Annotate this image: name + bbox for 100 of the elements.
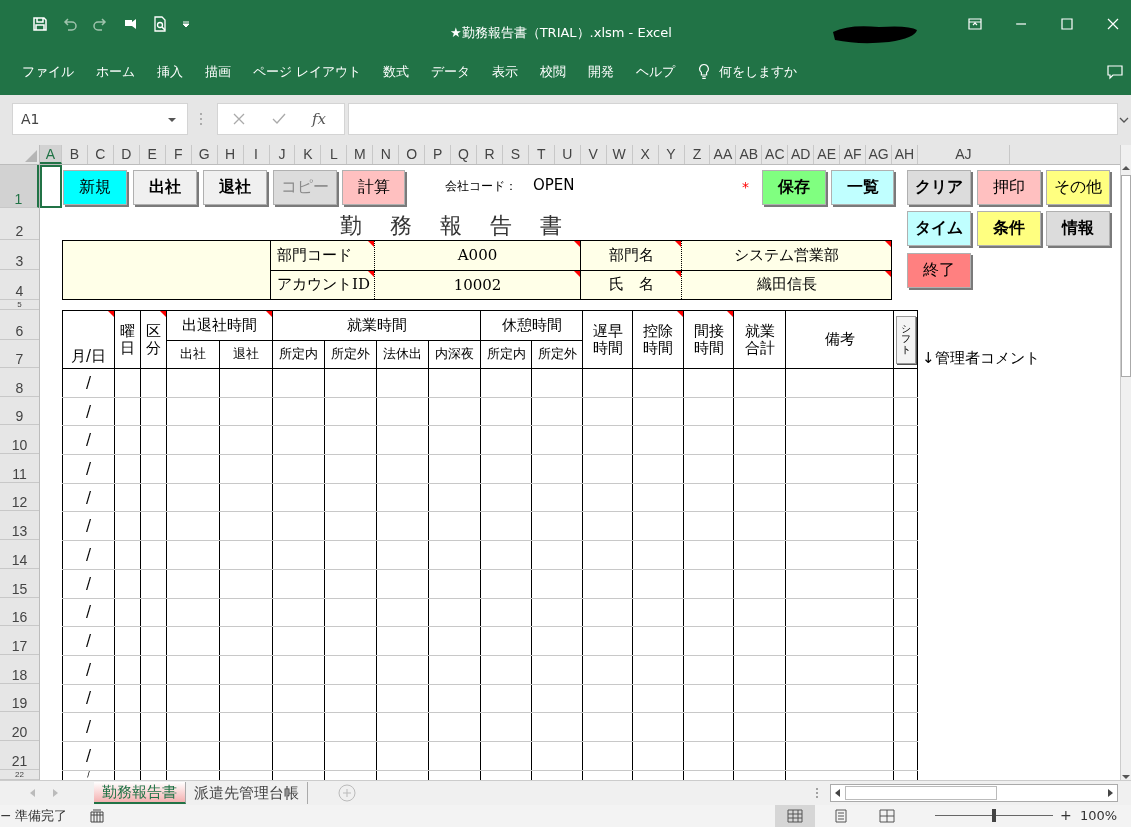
row-header[interactable]: 19 bbox=[11, 695, 28, 712]
sheet-button[interactable]: 終了 bbox=[907, 253, 971, 288]
column-header[interactable]: AF bbox=[840, 145, 867, 164]
column-header[interactable]: AG bbox=[866, 145, 892, 164]
column-header[interactable]: N bbox=[373, 145, 400, 164]
row-header[interactable]: 16 bbox=[11, 609, 28, 626]
ribbon-display-icon[interactable] bbox=[967, 16, 983, 32]
name-box[interactable]: A1 bbox=[12, 103, 188, 135]
sheet-button[interactable]: 保存 bbox=[762, 170, 826, 205]
ribbon-tab[interactable]: ヘルプ bbox=[636, 62, 676, 81]
active-cell[interactable] bbox=[40, 165, 62, 208]
sheet-button[interactable]: 計算 bbox=[342, 170, 405, 205]
column-header[interactable]: AD bbox=[788, 145, 815, 164]
sheet-button[interactable]: クリア bbox=[907, 170, 971, 205]
sheet-button[interactable]: タイム bbox=[907, 211, 971, 246]
column-header[interactable]: I bbox=[243, 145, 270, 164]
sheet-button[interactable]: 押印 bbox=[977, 170, 1041, 205]
column-header[interactable]: U bbox=[554, 145, 581, 164]
row-header[interactable]: 20 bbox=[11, 723, 28, 740]
sheet-button[interactable]: 退社 bbox=[203, 170, 267, 205]
column-header[interactable]: AB bbox=[736, 145, 763, 164]
scroll-up-icon[interactable] bbox=[1122, 165, 1130, 171]
column-header[interactable]: J bbox=[269, 145, 296, 164]
column-header[interactable]: X bbox=[632, 145, 659, 164]
column-header[interactable]: W bbox=[606, 145, 633, 164]
zoom-level[interactable]: 100% bbox=[1080, 808, 1118, 823]
row-header[interactable]: 14 bbox=[11, 551, 28, 568]
expand-caret-icon[interactable] bbox=[1119, 117, 1129, 123]
zoom-slider-thumb[interactable] bbox=[992, 809, 996, 822]
ribbon-tab[interactable]: 表示 bbox=[492, 62, 519, 81]
ribbon-tab[interactable]: ファイル bbox=[22, 62, 74, 81]
sheet-button[interactable]: その他 bbox=[1046, 170, 1110, 205]
column-header[interactable]: L bbox=[321, 145, 348, 164]
sheet-button[interactable]: 条件 bbox=[977, 211, 1041, 246]
macro-record-icon[interactable] bbox=[90, 809, 104, 823]
sheet-button[interactable]: 情報 bbox=[1046, 211, 1110, 246]
sheet-button[interactable]: 一覧 bbox=[831, 170, 894, 205]
column-header[interactable]: O bbox=[399, 145, 426, 164]
column-header[interactable]: S bbox=[502, 145, 529, 164]
vertical-scrollbar[interactable] bbox=[1121, 145, 1131, 780]
scroll-left-icon[interactable] bbox=[835, 789, 841, 797]
ribbon-tab[interactable]: データ bbox=[431, 62, 471, 81]
check-icon[interactable] bbox=[272, 112, 286, 126]
column-header[interactable]: B bbox=[62, 145, 88, 164]
scroll-right-icon[interactable] bbox=[1107, 789, 1113, 797]
column-header[interactable]: E bbox=[139, 145, 166, 164]
splitter-icon[interactable] bbox=[815, 787, 819, 799]
column-header[interactable]: K bbox=[295, 145, 322, 164]
view-button[interactable] bbox=[775, 805, 815, 827]
column-header[interactable]: M bbox=[347, 145, 374, 164]
row-header[interactable]: 21 bbox=[11, 752, 28, 769]
ribbon-tab[interactable]: ホーム bbox=[96, 62, 135, 81]
add-sheet-icon[interactable] bbox=[338, 784, 356, 802]
column-header[interactable]: T bbox=[528, 145, 555, 164]
row-header[interactable]: 2 bbox=[15, 223, 24, 239]
column-header[interactable]: P bbox=[425, 145, 452, 164]
row-header[interactable]: 18 bbox=[11, 666, 28, 683]
column-header[interactable]: Q bbox=[451, 145, 477, 164]
column-header[interactable]: A bbox=[40, 145, 62, 164]
sheet-button[interactable]: 出社 bbox=[133, 170, 197, 205]
row-header[interactable]: 17 bbox=[11, 637, 28, 654]
undo-icon[interactable] bbox=[62, 16, 78, 32]
column-header[interactable]: AA bbox=[710, 145, 737, 164]
column-header[interactable]: AE bbox=[814, 145, 841, 164]
column-header[interactable]: Y bbox=[658, 145, 685, 164]
row-header[interactable]: 1 bbox=[14, 191, 23, 207]
ribbon-tab[interactable]: 数式 bbox=[383, 62, 410, 81]
column-header[interactable]: G bbox=[191, 145, 218, 164]
customize-dropdown-icon[interactable] bbox=[182, 20, 190, 28]
print-preview-icon[interactable] bbox=[152, 16, 168, 32]
sheet-button[interactable]: 新規 bbox=[63, 170, 127, 205]
column-header[interactable]: AJ bbox=[917, 145, 1010, 164]
column-header[interactable]: Z bbox=[684, 145, 711, 164]
dropdown-caret-icon[interactable] bbox=[168, 117, 176, 123]
row-header[interactable]: 3 bbox=[15, 253, 24, 269]
comment-icon[interactable] bbox=[1107, 64, 1123, 80]
tell-me-search[interactable]: 何をしますか bbox=[719, 62, 798, 81]
row-header[interactable]: 12 bbox=[11, 494, 28, 511]
row-header[interactable]: 9 bbox=[15, 408, 24, 425]
column-header[interactable]: H bbox=[217, 145, 244, 164]
ribbon-tab[interactable]: 挿入 bbox=[157, 62, 183, 81]
select-all-icon[interactable] bbox=[25, 150, 37, 162]
sheet-tab[interactable]: 勤務報告書 bbox=[94, 782, 186, 804]
row-header[interactable]: 11 bbox=[12, 465, 27, 482]
ribbon-tab[interactable]: 校閲 bbox=[540, 62, 567, 81]
column-header[interactable]: F bbox=[165, 145, 192, 164]
ribbon-tab[interactable]: 開発 bbox=[588, 62, 615, 81]
row-header[interactable]: 6 bbox=[15, 323, 24, 339]
row-header[interactable]: 7 bbox=[15, 351, 24, 367]
redo-icon[interactable] bbox=[92, 16, 108, 32]
row-header[interactable]: 5 bbox=[17, 300, 22, 309]
row-header[interactable]: 8 bbox=[15, 379, 24, 396]
row-header[interactable]: 15 bbox=[11, 580, 28, 597]
row-header[interactable]: 10 bbox=[11, 437, 28, 454]
horizontal-scrollbar[interactable] bbox=[830, 784, 1118, 802]
zoom-in-button[interactable]: + bbox=[1060, 807, 1072, 823]
insert-function-button[interactable]: fx bbox=[312, 110, 326, 128]
drag-handle-icon[interactable] bbox=[199, 112, 203, 126]
ribbon-tab[interactable]: ページ レイアウト bbox=[253, 62, 362, 81]
column-header[interactable]: AC bbox=[762, 145, 789, 164]
